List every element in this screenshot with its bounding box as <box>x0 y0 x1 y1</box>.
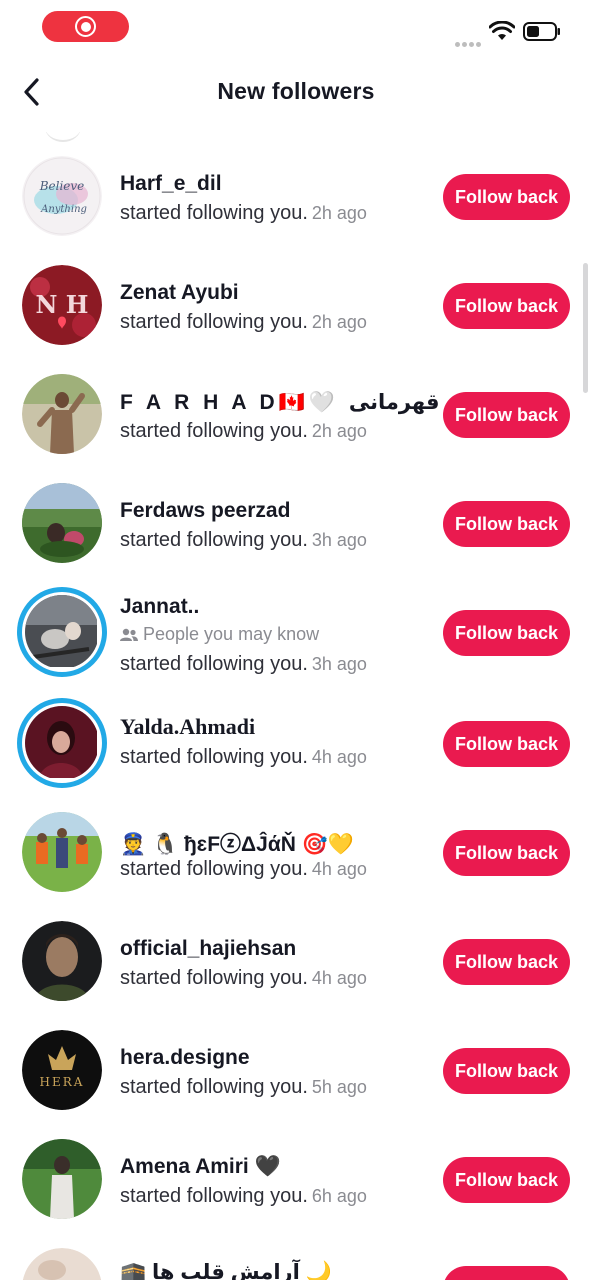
follow-status: started following you. 2h ago <box>120 420 367 442</box>
follow-time: 4h ago <box>311 968 367 988</box>
follow-status: started following you. 3h ago <box>120 529 367 551</box>
list-item[interactable]: Jannat.. People you may know started fol… <box>0 587 592 702</box>
follow-status: started following you. 4h ago <box>120 858 367 880</box>
list-item[interactable]: HERA hera.designe started following you.… <box>0 1030 592 1139</box>
follow-time: 6h ago <box>311 1186 367 1206</box>
avatar[interactable]: HERA <box>22 1030 102 1110</box>
follower-name[interactable]: Zenat Ayubi <box>120 281 239 305</box>
follower-name[interactable]: 🕋 آرامش قلب ها 🌙 <box>120 1260 332 1280</box>
follow-back-button[interactable]: Follow back <box>443 392 570 438</box>
avatar[interactable] <box>22 483 102 563</box>
follow-back-button[interactable]: Follow back <box>443 283 570 329</box>
follower-name[interactable]: Yalda.Ahmadi <box>120 714 255 740</box>
people-icon <box>120 628 138 641</box>
follow-time: 4h ago <box>311 859 367 879</box>
list-item[interactable]: F A R H A D🇨🇦🤍 قهرمانی started following… <box>0 374 592 483</box>
wifi-icon <box>489 21 515 40</box>
follow-status: started following you. 5h ago <box>120 1076 367 1098</box>
list-item[interactable]: Believe Anything Harf_e_dil started foll… <box>0 156 592 265</box>
follow-time: 4h ago <box>311 747 367 767</box>
follower-name[interactable]: F A R H A D🇨🇦🤍 قهرمانی <box>120 390 440 415</box>
list-item[interactable]: official_hajiehsan started following you… <box>0 921 592 1030</box>
follow-time: 2h ago <box>311 421 367 441</box>
follow-time: 2h ago <box>311 203 367 223</box>
follow-back-button[interactable]: Follow back <box>443 501 570 547</box>
follower-name[interactable]: Harf_e_dil <box>120 172 222 196</box>
avatar[interactable] <box>22 812 102 892</box>
avatar-with-story[interactable] <box>17 698 107 788</box>
avatar[interactable]: N H <box>22 265 102 345</box>
list-item[interactable]: 🕋 آرامش قلب ها 🌙 Follow back <box>0 1248 592 1280</box>
follow-back-button[interactable]: Follow back <box>443 174 570 220</box>
svg-text:HERA: HERA <box>40 1075 85 1089</box>
status-bar <box>0 0 592 56</box>
follow-back-button[interactable]: Follow back <box>443 610 570 656</box>
follow-status: started following you. 6h ago <box>120 1185 367 1207</box>
follow-status: started following you. 4h ago <box>120 967 367 989</box>
battery-icon <box>523 22 560 41</box>
follow-time: 5h ago <box>311 1077 367 1097</box>
follower-name[interactable]: Jannat.. <box>120 595 199 619</box>
follow-status: started following you. 4h ago <box>120 746 367 768</box>
partial-avatar <box>45 132 81 142</box>
scrollbar[interactable] <box>583 263 588 393</box>
avatar[interactable] <box>22 921 102 1001</box>
avatar[interactable] <box>22 374 102 454</box>
cellular-signal-icon <box>455 34 483 52</box>
avatar[interactable]: Believe Anything <box>22 156 102 236</box>
avatar[interactable] <box>22 1248 102 1280</box>
svg-text:Anything: Anything <box>40 204 87 215</box>
list-item[interactable]: Yalda.Ahmadi started following you. 4h ag… <box>0 698 592 808</box>
follow-status: started following you. 3h ago <box>120 653 367 675</box>
list-item[interactable]: Amena Amiri 🖤 started following you. 6h a… <box>0 1139 592 1248</box>
follower-name[interactable]: hera.designe <box>120 1046 250 1070</box>
follower-name[interactable]: Ferdaws peerzad <box>120 499 290 523</box>
follow-back-button[interactable]: Follow back <box>443 721 570 767</box>
people-you-may-know: People you may know <box>120 624 319 645</box>
svg-text:N H: N H <box>36 290 89 319</box>
follower-name[interactable]: 👮 🐧 ђɛFⓩΔĴάŇ 🎯💛 <box>120 828 354 858</box>
follower-name[interactable]: Amena Amiri 🖤 <box>120 1155 281 1179</box>
avatar[interactable] <box>22 1139 102 1219</box>
avatar-with-story[interactable] <box>17 587 107 677</box>
record-dot-icon <box>81 22 91 32</box>
page-title: New followers <box>217 78 375 104</box>
avatar-text: Believe <box>39 179 85 193</box>
followers-list[interactable]: Believe Anything Harf_e_dil started foll… <box>0 132 592 1280</box>
follow-back-button[interactable]: Follow back <box>443 939 570 985</box>
list-item[interactable]: Ferdaws peerzad started following you. 3h… <box>0 483 592 592</box>
follower-name[interactable]: official_hajiehsan <box>120 937 296 961</box>
follow-status: started following you. 2h ago <box>120 202 367 224</box>
list-item[interactable]: N H Zenat Ayubi started following you. 2h… <box>0 265 592 374</box>
follow-time: 3h ago <box>311 530 367 550</box>
follow-back-button[interactable]: Follow back <box>443 1266 570 1280</box>
follow-back-button[interactable]: Follow back <box>443 1157 570 1203</box>
follow-back-button[interactable]: Follow back <box>443 1048 570 1094</box>
follow-time: 3h ago <box>311 654 367 674</box>
follow-time: 2h ago <box>311 312 367 332</box>
screen-record-indicator[interactable] <box>42 11 129 42</box>
follow-status: started following you. 2h ago <box>120 311 367 333</box>
header: New followers <box>0 56 592 132</box>
list-item[interactable]: 👮 🐧 ђɛFⓩΔĴάŇ 🎯💛 started following you. 4h… <box>0 812 592 921</box>
follow-back-button[interactable]: Follow back <box>443 830 570 876</box>
